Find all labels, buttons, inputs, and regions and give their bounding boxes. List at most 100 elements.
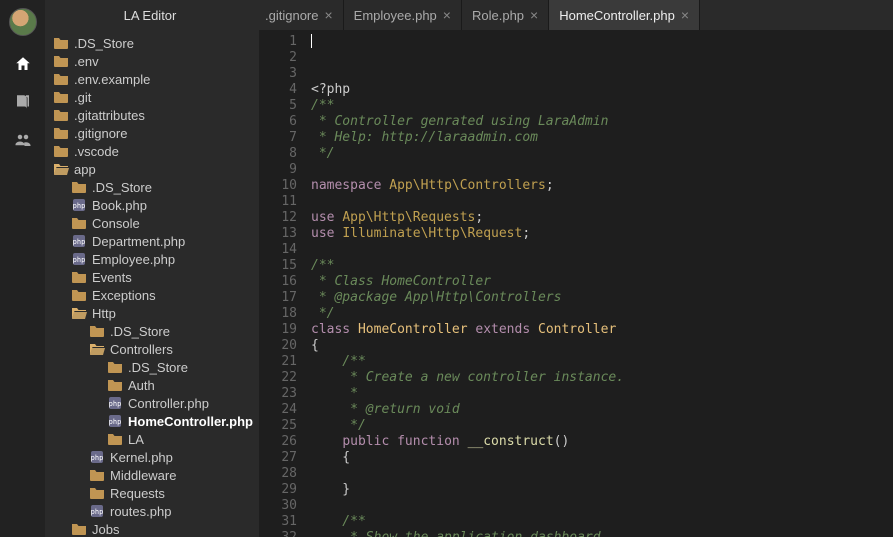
tree-item-label: Events [92, 270, 132, 285]
tree-item--gitattributes[interactable]: .gitattributes [45, 106, 259, 124]
code-line[interactable]: namespace App\Http\Controllers; [311, 178, 893, 194]
close-icon[interactable]: × [681, 8, 689, 22]
line-number: 30 [259, 498, 297, 514]
code-line[interactable] [311, 242, 893, 258]
code-line[interactable]: */ [311, 418, 893, 434]
close-icon[interactable]: × [530, 8, 538, 22]
code-line[interactable] [311, 498, 893, 514]
tree-item--ds_store[interactable]: .DS_Store [45, 178, 259, 196]
code-line[interactable]: * Show the application dashboard. [311, 530, 893, 537]
file-tree[interactable]: .DS_Store.env.env.example.git.gitattribu… [45, 30, 259, 537]
line-number: 21 [259, 354, 297, 370]
tab-label: Role.php [472, 8, 524, 23]
code-line[interactable]: public function __construct() [311, 434, 893, 450]
tree-item--vscode[interactable]: .vscode [45, 142, 259, 160]
tree-item-department-php[interactable]: phpDepartment.php [45, 232, 259, 250]
code-line[interactable]: * Help: http://laraadmin.com [311, 130, 893, 146]
tree-item-book-php[interactable]: phpBook.php [45, 196, 259, 214]
tree-item-homecontroller-php[interactable]: phpHomeController.php [45, 412, 259, 430]
tree-item-app[interactable]: app [45, 160, 259, 178]
code-line[interactable]: use Illuminate\Http\Request; [311, 226, 893, 242]
tab-role-php[interactable]: Role.php × [462, 0, 549, 30]
tree-item-kernel-php[interactable]: phpKernel.php [45, 448, 259, 466]
tab-employee-php[interactable]: Employee.php× [344, 0, 462, 30]
tree-item-label: Console [92, 216, 140, 231]
tree-item-employee-php[interactable]: phpEmployee.php [45, 250, 259, 268]
code-line[interactable]: use App\Http\Requests; [311, 210, 893, 226]
code-line[interactable] [311, 162, 893, 178]
line-number: 22 [259, 370, 297, 386]
code-line[interactable]: class HomeController extends Controller [311, 322, 893, 338]
tree-item-controllers[interactable]: Controllers [45, 340, 259, 358]
line-number: 27 [259, 450, 297, 466]
tab--gitignore[interactable]: .gitignore × [255, 0, 344, 30]
users-icon[interactable] [13, 130, 33, 150]
tree-item-label: Book.php [92, 198, 147, 213]
text-cursor [311, 34, 312, 48]
home-icon[interactable] [13, 54, 33, 74]
line-number: 32 [259, 530, 297, 537]
tree-item-requests[interactable]: Requests [45, 484, 259, 502]
tree-item-label: .vscode [74, 144, 119, 159]
avatar[interactable] [9, 8, 37, 36]
code-line[interactable]: <?php [311, 82, 893, 98]
code-line[interactable]: } [311, 482, 893, 498]
tree-item--git[interactable]: .git [45, 88, 259, 106]
tree-item-events[interactable]: Events [45, 268, 259, 286]
code-content[interactable]: <?php/** * Controller genrated using Lar… [305, 30, 893, 537]
tree-item-label: Middleware [110, 468, 176, 483]
line-number: 16 [259, 274, 297, 290]
code-line[interactable]: * @package App\Http\Controllers [311, 290, 893, 306]
code-line[interactable] [311, 466, 893, 482]
line-number: 4 [259, 82, 297, 98]
line-number: 5 [259, 98, 297, 114]
code-line[interactable]: */ [311, 306, 893, 322]
code-line[interactable]: /** [311, 354, 893, 370]
close-icon[interactable]: × [443, 8, 451, 22]
tree-item--ds_store[interactable]: .DS_Store [45, 322, 259, 340]
tree-item-la[interactable]: LA [45, 430, 259, 448]
tab-label: .gitignore [265, 8, 318, 23]
main-area: LA Editor .gitignore×Employee.php×Role.p… [45, 0, 893, 537]
book-icon[interactable] [13, 92, 33, 112]
tree-item-jobs[interactable]: Jobs [45, 520, 259, 537]
code-line[interactable]: /** [311, 258, 893, 274]
tree-item-controller-php[interactable]: phpController.php [45, 394, 259, 412]
tree-item-label: Requests [110, 486, 165, 501]
line-number: 26 [259, 434, 297, 450]
tree-item-console[interactable]: Console [45, 214, 259, 232]
code-line[interactable]: */ [311, 146, 893, 162]
tree-item-auth[interactable]: Auth [45, 376, 259, 394]
code-line[interactable] [311, 194, 893, 210]
close-icon[interactable]: × [324, 8, 332, 22]
tree-item-http[interactable]: Http [45, 304, 259, 322]
code-line[interactable]: { [311, 338, 893, 354]
line-number: 8 [259, 146, 297, 162]
code-line[interactable]: /** [311, 98, 893, 114]
tree-item-exceptions[interactable]: Exceptions [45, 286, 259, 304]
code-line[interactable]: * Controller genrated using LaraAdmin [311, 114, 893, 130]
tree-item-label: Employee.php [92, 252, 175, 267]
line-number: 6 [259, 114, 297, 130]
code-line[interactable]: * [311, 386, 893, 402]
tree-item--env[interactable]: .env [45, 52, 259, 70]
code-line[interactable]: /** [311, 514, 893, 530]
line-number: 1 [259, 34, 297, 50]
tree-item--env-example[interactable]: .env.example [45, 70, 259, 88]
code-line[interactable]: * @return void [311, 402, 893, 418]
code-editor[interactable]: 1234567891011121314151617181920212223242… [259, 30, 893, 537]
line-number: 20 [259, 338, 297, 354]
tree-item-middleware[interactable]: Middleware [45, 466, 259, 484]
tree-item-label: app [74, 162, 96, 177]
tree-item--ds_store[interactable]: .DS_Store [45, 34, 259, 52]
code-line[interactable]: * Create a new controller instance. [311, 370, 893, 386]
tree-item--ds_store[interactable]: .DS_Store [45, 358, 259, 376]
svg-text:php: php [109, 418, 122, 426]
line-number: 13 [259, 226, 297, 242]
tab-homecontroller-php[interactable]: HomeController.php× [549, 0, 700, 30]
tree-item--gitignore[interactable]: .gitignore [45, 124, 259, 142]
code-line[interactable]: { [311, 450, 893, 466]
tree-item-routes-php[interactable]: phproutes.php [45, 502, 259, 520]
tree-item-label: Jobs [92, 522, 119, 537]
code-line[interactable]: * Class HomeController [311, 274, 893, 290]
